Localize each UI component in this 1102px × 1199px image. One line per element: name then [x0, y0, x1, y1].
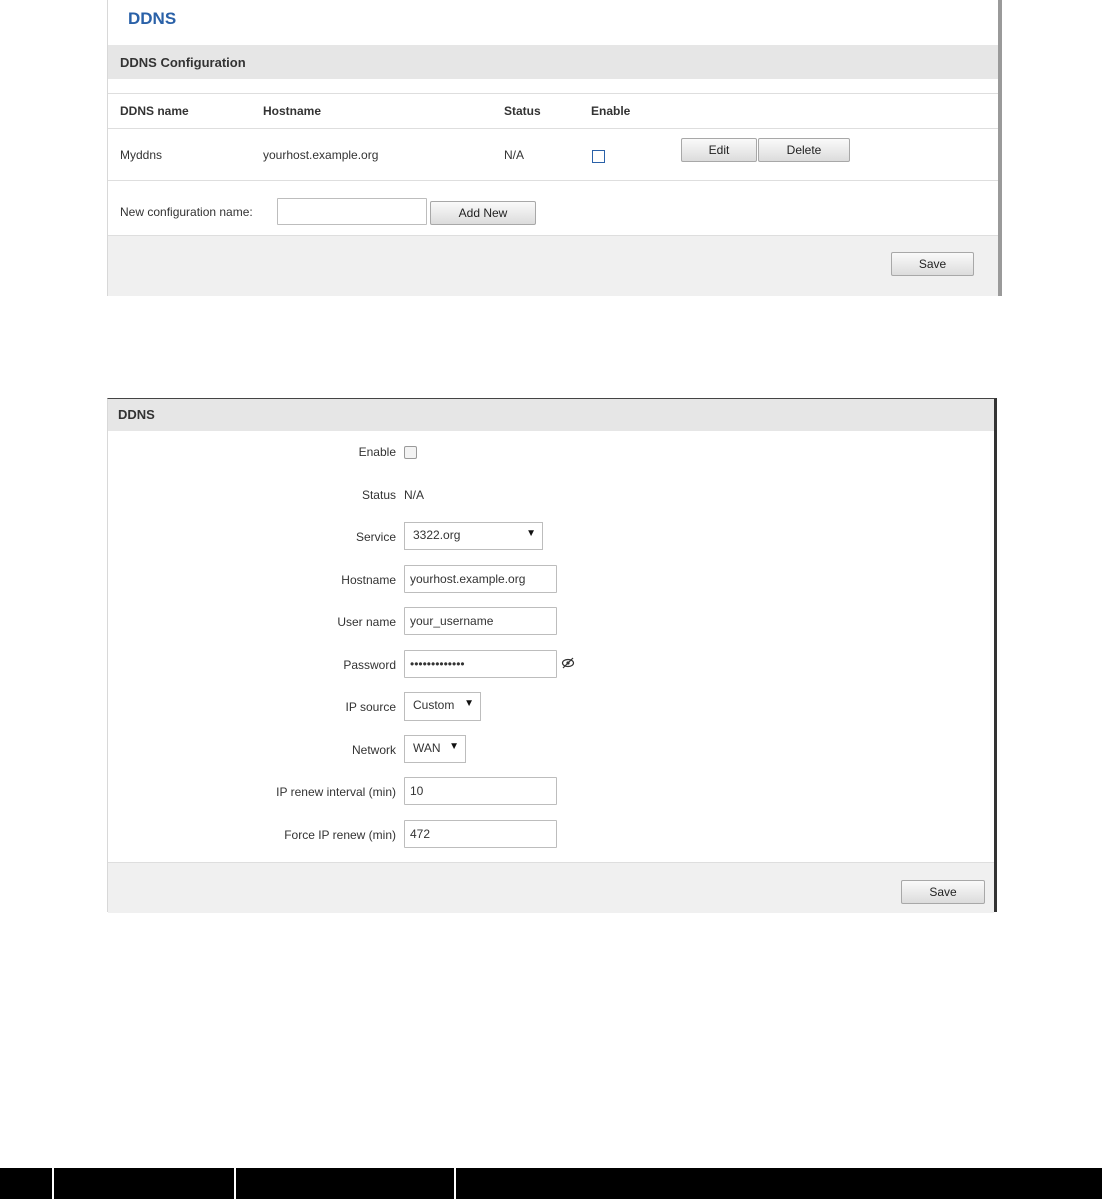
divider — [234, 1168, 236, 1199]
caret-down-icon: ▼ — [449, 741, 459, 752]
username-label: User name — [337, 615, 396, 629]
edit-button[interactable]: Edit — [681, 138, 757, 162]
renew-interval-label: IP renew interval (min) — [276, 785, 396, 799]
row-ddns-name: Myddns — [120, 148, 163, 162]
password-label: Password — [343, 658, 396, 672]
new-config-name-input[interactable] — [277, 198, 427, 225]
row-hostname: yourhost.example.org — [263, 148, 379, 162]
divider — [52, 1168, 54, 1199]
status-value: N/A — [404, 488, 425, 502]
divider — [454, 1168, 456, 1199]
divider — [108, 128, 998, 129]
divider — [108, 93, 998, 94]
delete-button[interactable]: Delete — [758, 138, 850, 162]
status-label: Status — [361, 488, 396, 502]
page-title: DDNS — [128, 9, 177, 28]
new-config-label: New configuration name: — [120, 205, 253, 219]
ip-source-select[interactable]: Custom ▼ — [404, 692, 481, 721]
save-button[interactable]: Save — [891, 252, 974, 276]
caret-down-icon: ▼ — [526, 528, 536, 539]
service-selected-value: 3322.org — [413, 528, 461, 542]
hostname-label: Hostname — [341, 573, 396, 587]
divider — [108, 180, 998, 181]
section-header: DDNS Configuration — [108, 45, 998, 79]
row-enable-checkbox[interactable] — [592, 150, 605, 163]
force-renew-label: Force IP renew (min) — [284, 828, 396, 842]
renew-interval-input[interactable] — [404, 777, 557, 805]
add-new-button[interactable]: Add New — [430, 201, 536, 225]
ddns-edit-panel: DDNS Enable Status N/A Service 3322.org … — [107, 398, 997, 913]
password-input[interactable] — [404, 650, 557, 678]
column-header-status: Status — [504, 104, 541, 118]
network-selected-value: WAN — [413, 741, 441, 755]
footer-bar: Save — [108, 863, 994, 913]
username-input[interactable] — [404, 607, 557, 635]
force-renew-input[interactable] — [404, 820, 557, 848]
service-select[interactable]: 3322.org ▼ — [404, 522, 543, 550]
column-header-enable: Enable — [591, 104, 631, 118]
network-select[interactable]: WAN ▼ — [404, 735, 466, 763]
column-header-hostname: Hostname — [263, 104, 322, 118]
ddns-config-panel: DDNS DDNS Configuration DDNS name Hostna… — [107, 0, 1002, 296]
footer-bar: Save — [108, 236, 998, 296]
ip-source-label: IP source — [345, 700, 396, 714]
ip-source-selected-value: Custom — [413, 698, 455, 712]
service-label: Service — [355, 530, 396, 544]
bottom-bar — [0, 1168, 1102, 1199]
eye-slash-icon[interactable] — [561, 657, 575, 669]
enable-checkbox[interactable] — [404, 446, 417, 459]
save-button[interactable]: Save — [901, 880, 985, 904]
row-status: N/A — [504, 148, 525, 162]
caret-down-icon: ▼ — [464, 698, 474, 709]
enable-label: Enable — [358, 445, 396, 459]
column-header-ddns-name: DDNS name — [120, 104, 189, 118]
section-header: DDNS — [108, 399, 994, 431]
hostname-input[interactable] — [404, 565, 557, 593]
network-label: Network — [351, 743, 396, 757]
